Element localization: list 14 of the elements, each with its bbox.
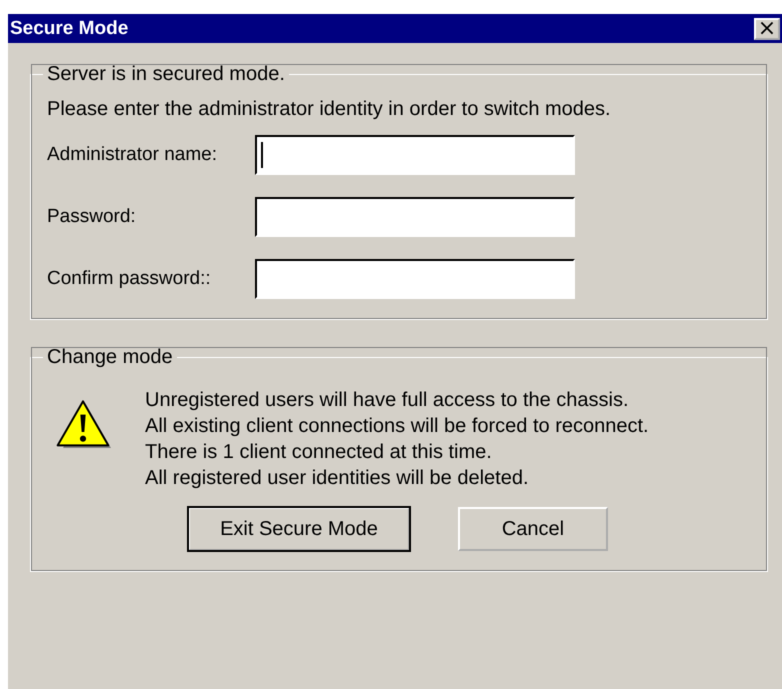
close-button[interactable]: × [754,18,780,40]
field-label: Administrator name: [47,144,218,166]
input-field[interactable] [255,135,575,175]
input-field[interactable] [255,197,575,237]
group-title: Change mode [46,346,174,369]
group-title: Server is in secured mode. [46,63,286,86]
instruction-text: Please enter the administrator identity in order to switch modes. [47,98,612,121]
field-label: Password: [47,206,137,228]
dialog-button[interactable]: Exit Secure Mode [188,507,410,551]
field-label: Confirm password:: [47,268,212,290]
warning-message: Unregistered users will have full access to the chassis. All existing client connections will be forced to reconnect. There is 1 client connected at this time. All registered user identities will be deleted. [145,388,650,491]
input-field[interactable] [255,259,575,299]
window-title: Secure Mode [10,18,128,40]
dialog-button[interactable]: Cancel [458,507,608,551]
